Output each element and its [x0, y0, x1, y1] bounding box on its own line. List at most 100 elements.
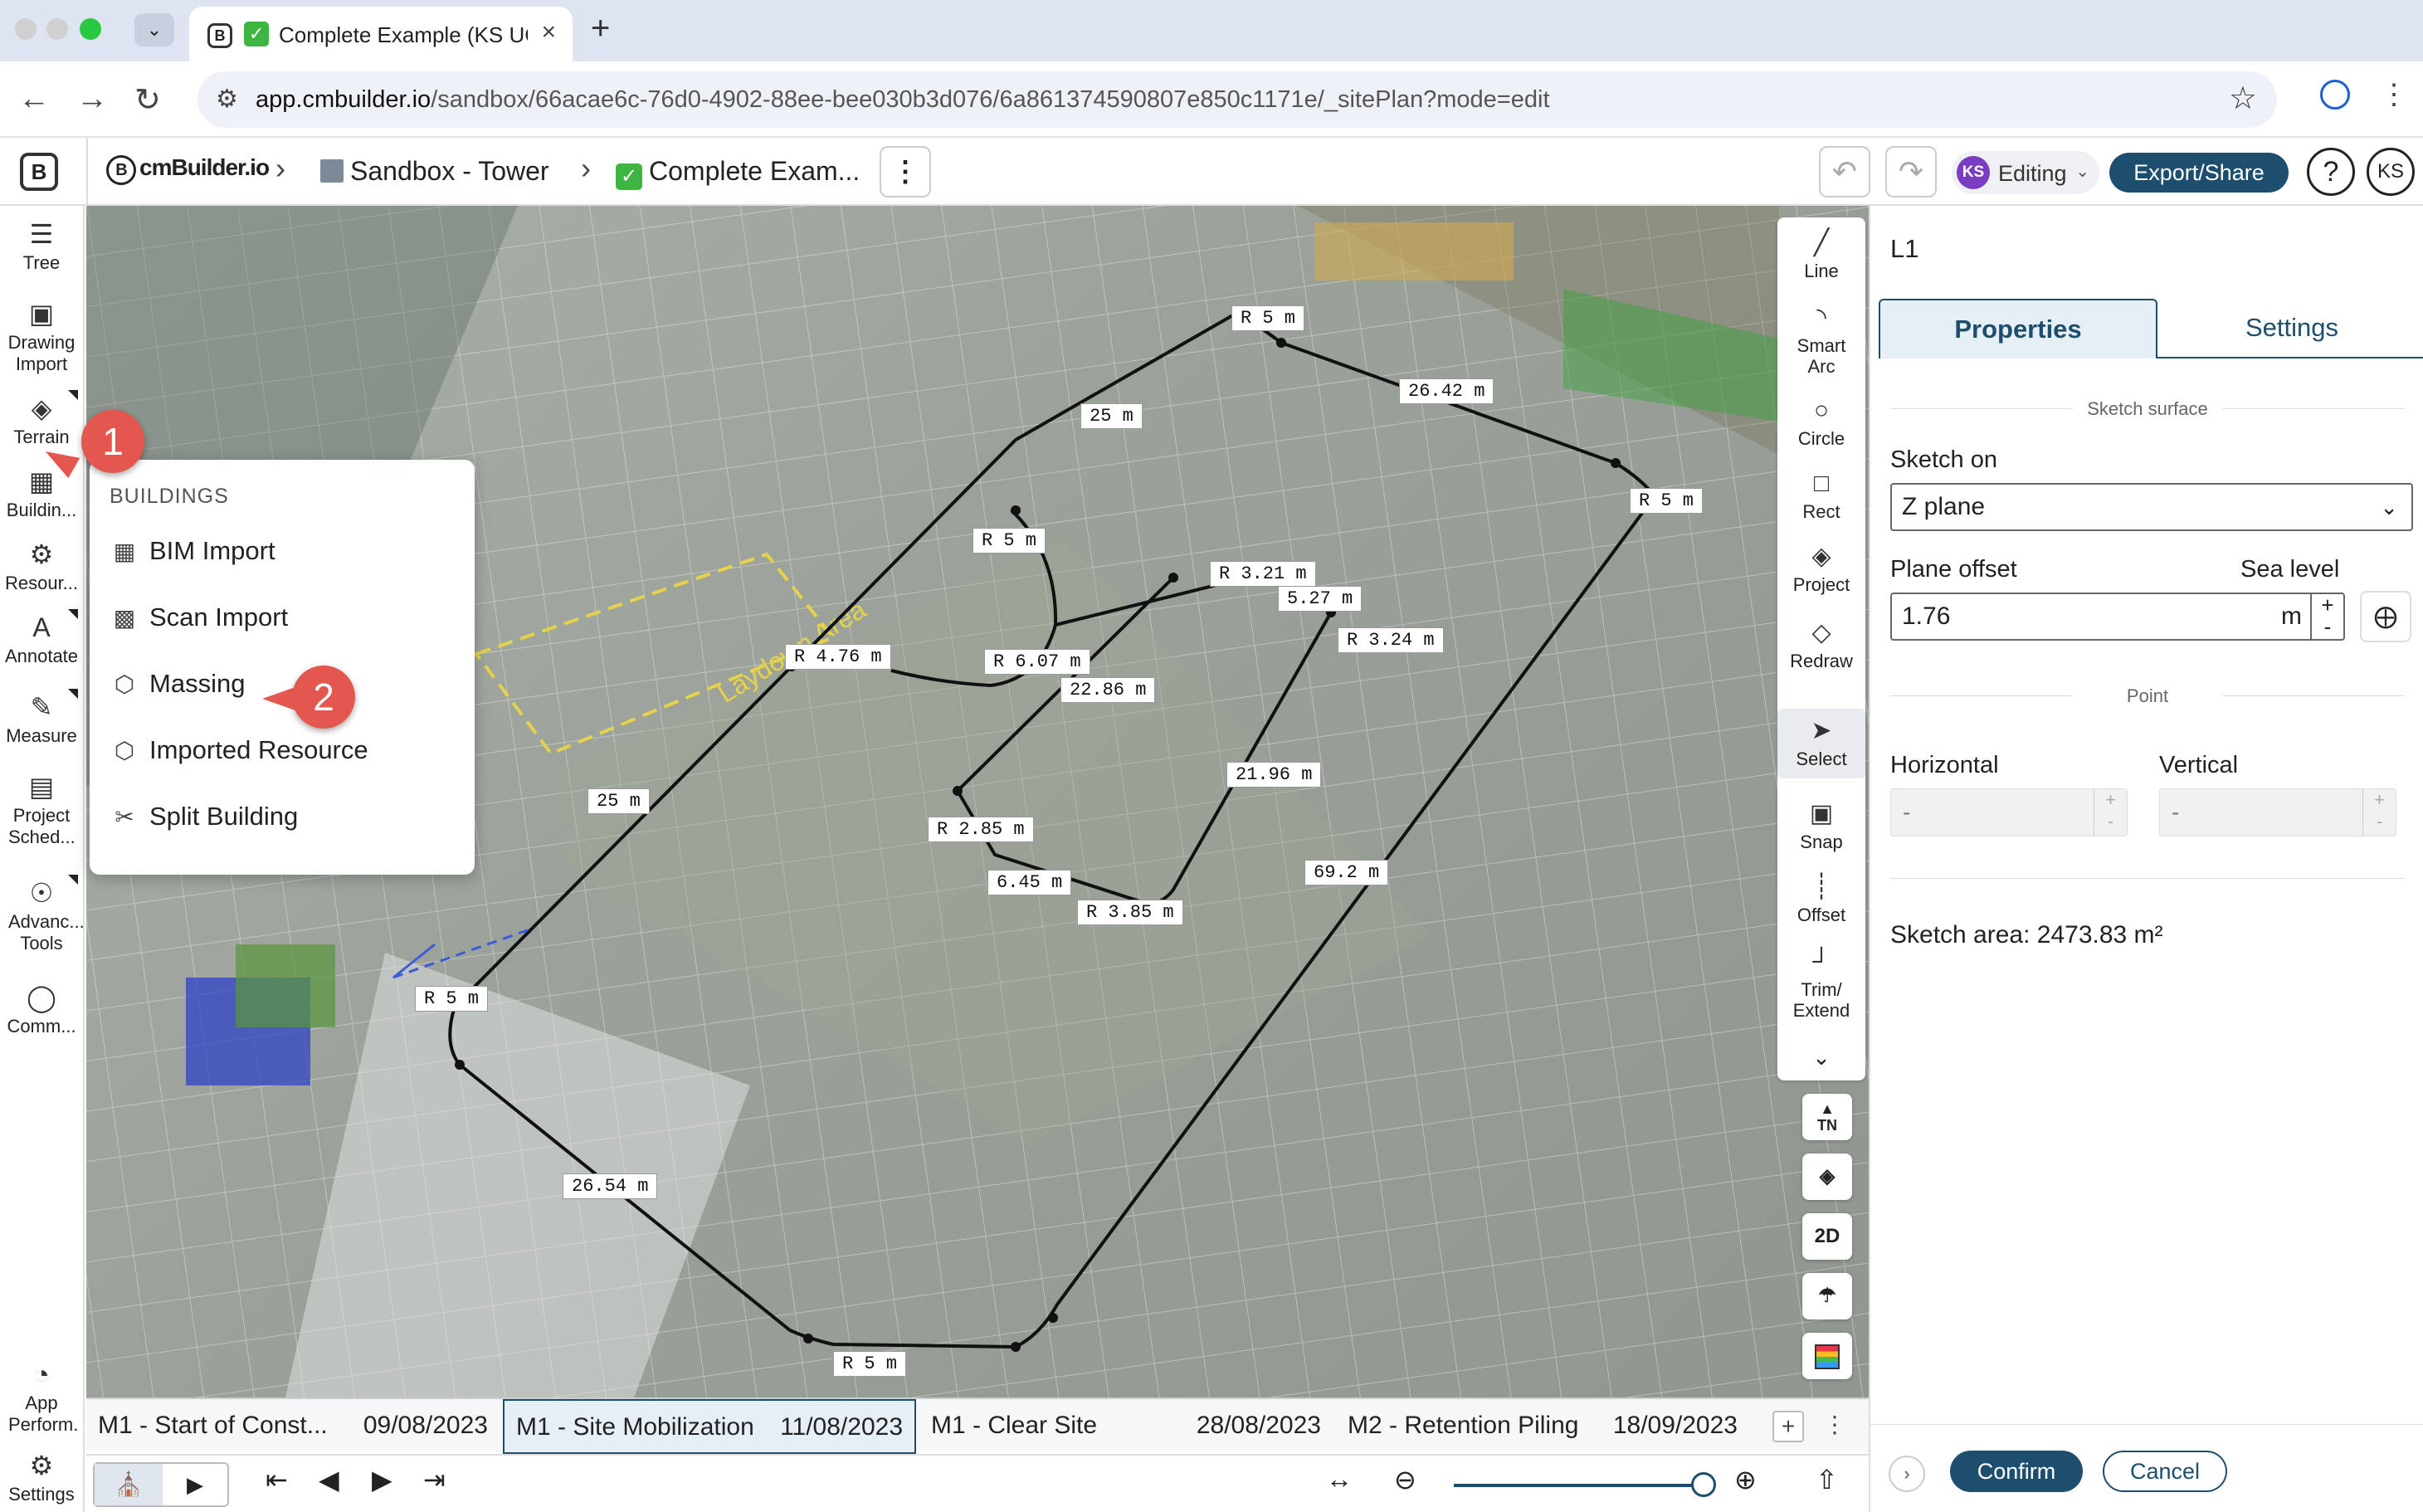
tool-terrain[interactable]: ◈ Terrain	[0, 390, 83, 448]
milestone-item[interactable]: M2 - Retention Piling 18/09/2023	[1336, 1399, 1749, 1454]
profile-icon[interactable]	[2320, 80, 2350, 110]
expand-tools-chevron-icon[interactable]: ⌄	[1777, 1046, 1865, 1068]
new-tab-button[interactable]: +	[591, 10, 610, 47]
browser-menu-icon[interactable]: ⋮	[2380, 78, 2408, 111]
dimension-label[interactable]: 21.96 m	[1226, 762, 1322, 788]
tool-smart-arc[interactable]: ◝ Smart Arc	[1777, 304, 1865, 377]
tool-measure[interactable]: ✎ Measure	[0, 689, 83, 747]
brand-logo[interactable]: BcmBuilder.io	[106, 154, 270, 185]
skip-to-start-icon[interactable]: ⇤	[266, 1464, 288, 1495]
site-settings-icon[interactable]: ⚙	[216, 85, 238, 114]
dimension-label[interactable]: 22.86 m	[1060, 677, 1156, 703]
zoom-slider-track[interactable]	[1454, 1484, 1703, 1487]
window-close-button[interactable]	[15, 18, 37, 40]
zoom-in-icon[interactable]: ⊕	[1734, 1464, 1757, 1495]
tool-line[interactable]: ╱ Line	[1777, 229, 1865, 281]
milestone-item-selected[interactable]: M1 - Site Mobilization 11/08/2023	[503, 1399, 916, 1454]
layers-view-button[interactable]: ◈	[1802, 1154, 1852, 1200]
tool-comments[interactable]: ◯ Comm...	[0, 983, 83, 1037]
zoom-out-icon[interactable]: ⊖	[1394, 1464, 1416, 1495]
app-logo-icon[interactable]: B	[20, 153, 58, 191]
dimension-label[interactable]: R 5 m	[415, 986, 489, 1012]
menu-item-scan-import[interactable]: ▩ Scan Import	[110, 593, 458, 642]
browser-tab[interactable]: B ✓ Complete Example (KS UC ×	[189, 7, 573, 61]
more-options-button[interactable]: ⋮	[880, 146, 931, 198]
step-back-icon[interactable]: ◀	[319, 1464, 339, 1495]
tool-tree[interactable]: ☰ Tree	[0, 219, 83, 274]
dimension-label[interactable]: R 3.21 m	[1210, 561, 1316, 587]
tool-circle[interactable]: ○ Circle	[1777, 397, 1865, 449]
zoom-slider-thumb[interactable]	[1691, 1472, 1716, 1497]
dimension-label[interactable]: R 3.24 m	[1338, 627, 1444, 653]
dimension-label[interactable]: 25 m	[587, 788, 650, 814]
vertical-input[interactable]: - + -	[2159, 788, 2396, 836]
tool-redraw[interactable]: ◇ Redraw	[1777, 619, 1865, 671]
dimension-label[interactable]: R 4.76 m	[785, 644, 891, 670]
upload-icon[interactable]: ⇧	[1816, 1464, 1838, 1495]
tool-settings[interactable]: ⚙ Settings	[0, 1451, 83, 1505]
dimension-label[interactable]: 26.42 m	[1399, 378, 1494, 404]
tool-project[interactable]: ◈ Project	[1777, 543, 1865, 595]
stepper[interactable]: + -	[2310, 594, 2343, 639]
tool-trim-extend[interactable]: ┘ Trim/ Extend	[1777, 948, 1865, 1021]
bookmark-star-icon[interactable]: ☆	[2229, 80, 2257, 117]
back-arrow-icon[interactable]: ←	[18, 81, 50, 117]
tool-select[interactable]: ➤ Select	[1777, 709, 1865, 778]
tool-project-schedule[interactable]: ▤ Project Sched...	[0, 772, 83, 848]
window-minimize-button[interactable]	[46, 18, 68, 40]
export-share-button[interactable]: Export/Share	[2109, 153, 2289, 193]
fit-width-icon[interactable]: ↔	[1326, 1464, 1353, 1495]
dimension-label[interactable]: 5.27 m	[1278, 586, 1363, 612]
redo-button[interactable]: ↷	[1885, 146, 1937, 198]
tab-search-button[interactable]: ⌄	[134, 13, 174, 46]
tab-properties[interactable]: Properties	[1879, 299, 2157, 358]
cancel-button[interactable]: Cancel	[2103, 1451, 2227, 1492]
menu-item-bim-import[interactable]: ▦ BIM Import	[110, 526, 458, 576]
site-view-icon[interactable]: ⛪	[95, 1464, 163, 1505]
dimension-label[interactable]: R 5 m	[973, 528, 1046, 554]
skip-to-end-icon[interactable]: ⇥	[423, 1464, 446, 1495]
sketch-on-select[interactable]: Z plane ⌄	[1890, 483, 2413, 531]
menu-item-split-building[interactable]: ✂ Split Building	[110, 792, 458, 841]
help-button[interactable]: ?	[2307, 148, 2355, 196]
milestone-item[interactable]: M1 - Start of Const... 09/08/2023	[86, 1399, 500, 1454]
dimension-label[interactable]: R 5 m	[1630, 488, 1704, 514]
milestone-item[interactable]: M1 - Clear Site 28/08/2023	[919, 1399, 1333, 1454]
window-maximize-button[interactable]	[80, 18, 101, 40]
tool-drawing-import[interactable]: ▣ Drawing Import	[0, 299, 83, 375]
pick-point-button[interactable]: ⨁	[2360, 591, 2411, 642]
true-north-button[interactable]: ▲ TN	[1802, 1094, 1852, 1140]
timeline-more-button[interactable]: ⋮	[1819, 1411, 1850, 1442]
expand-chevron-icon[interactable]: ›	[1889, 1456, 1925, 1492]
tab-settings[interactable]: Settings	[2161, 299, 2423, 358]
dimension-label[interactable]: R 5 m	[1231, 305, 1305, 331]
reload-icon[interactable]: ↻	[134, 81, 161, 119]
toggle-2d-button[interactable]: 2D	[1802, 1213, 1852, 1260]
tool-buildings[interactable]: ▦ Buildin...	[0, 466, 83, 521]
mode-dropdown[interactable]: KS Editing ⌄	[1952, 151, 2099, 194]
horizontal-input[interactable]: - + -	[1890, 788, 2128, 836]
url-field[interactable]: ⚙ app.cmbuilder.io/sandbox/66acae6c-76d0…	[197, 71, 2277, 128]
dimension-label[interactable]: 6.45 m	[987, 870, 1072, 895]
tool-offset[interactable]: ┊ Offset	[1777, 873, 1865, 925]
dimension-label[interactable]: R 5 m	[833, 1351, 907, 1377]
menu-item-imported-resource[interactable]: ⬡ Imported Resource	[110, 725, 458, 775]
dimension-label[interactable]: 26.54 m	[563, 1173, 658, 1199]
plane-offset-input[interactable]: 1.76 m + -	[1890, 593, 2345, 641]
dimension-label[interactable]: R 2.85 m	[928, 817, 1034, 842]
breadcrumb-scenario[interactable]: ✓ Complete Exam...	[616, 156, 860, 190]
step-forward-icon[interactable]: ▶	[372, 1464, 392, 1495]
dimension-label[interactable]: 25 m	[1080, 403, 1143, 429]
dimension-label[interactable]: R 3.85 m	[1077, 900, 1183, 925]
tool-annotate[interactable]: A Annotate	[0, 609, 83, 667]
dimension-label[interactable]: 69.2 m	[1304, 860, 1389, 885]
add-milestone-button[interactable]: +	[1772, 1411, 1804, 1442]
undo-button[interactable]: ↶	[1819, 146, 1870, 198]
tool-resources[interactable]: ⚙ Resour...	[0, 539, 83, 594]
tool-rect[interactable]: □ Rect	[1777, 470, 1865, 522]
tool-advanced-tools[interactable]: ☉ Advanc... Tools	[0, 875, 85, 954]
tool-app-performance[interactable]: ◔ App Perform.	[0, 1359, 83, 1436]
breadcrumb-project[interactable]: Sandbox - Tower	[320, 156, 549, 187]
color-legend-button[interactable]	[1802, 1333, 1852, 1379]
forward-arrow-icon[interactable]: →	[76, 81, 108, 117]
